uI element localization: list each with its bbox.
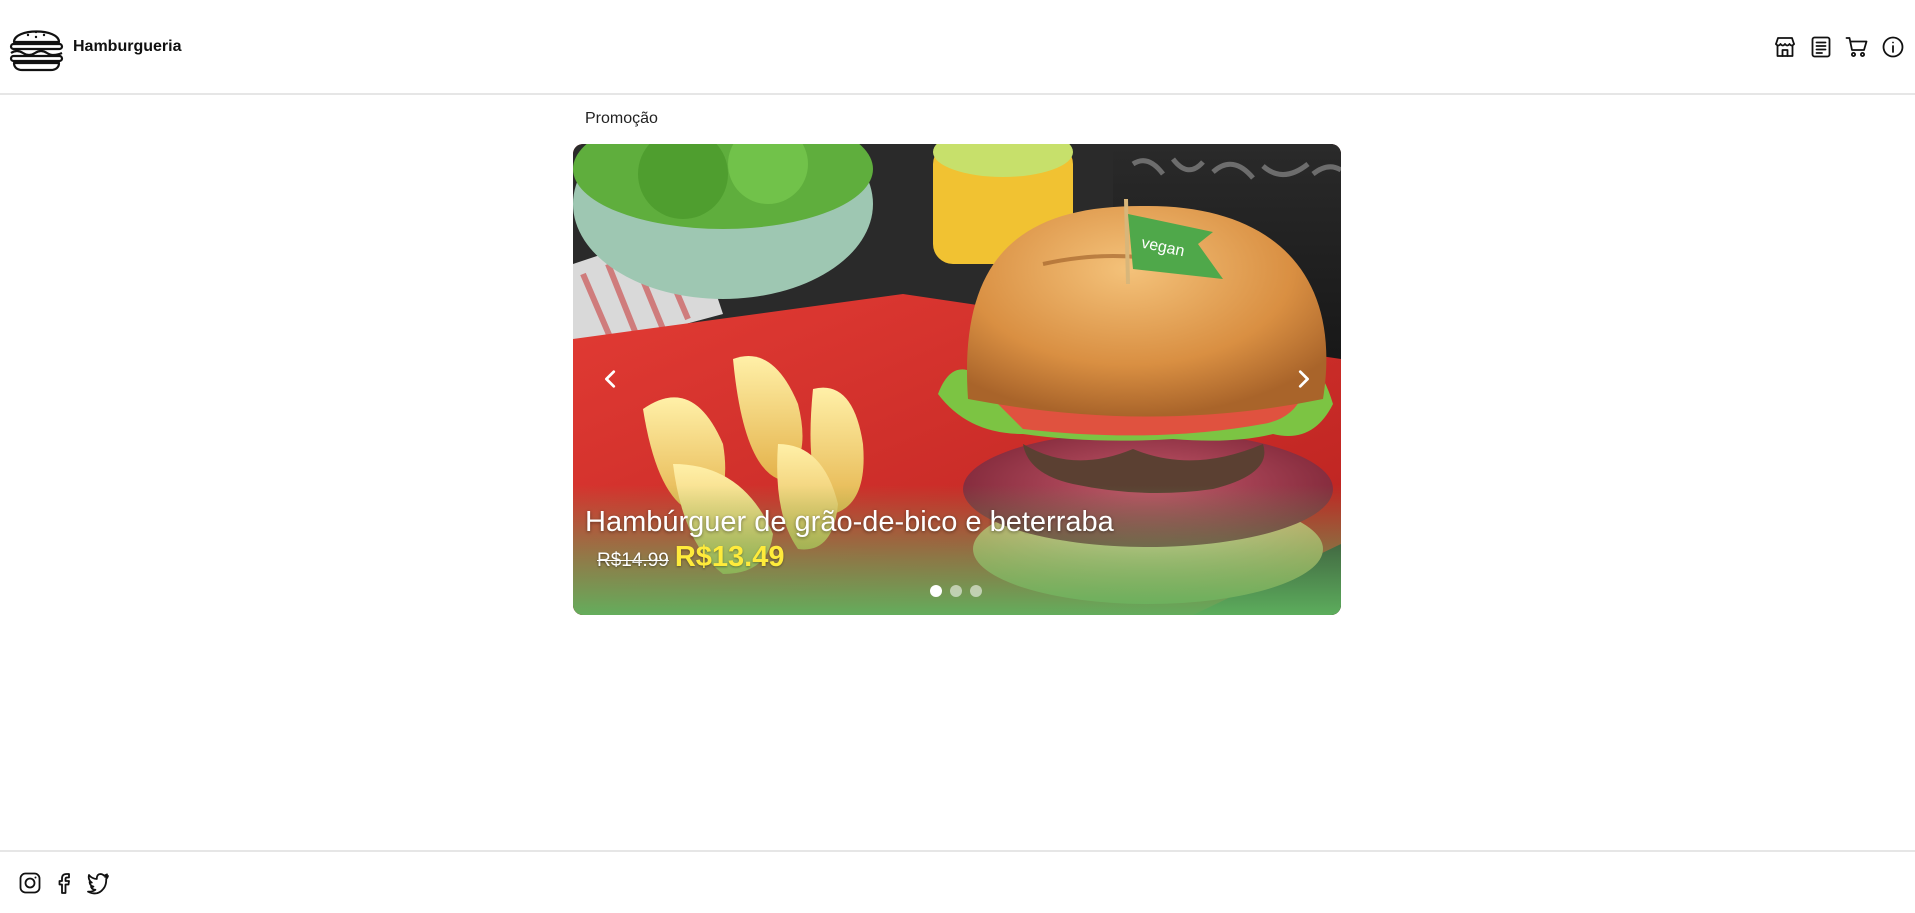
- instagram-link[interactable]: [18, 871, 42, 895]
- info-icon: [1882, 36, 1904, 57]
- chevron-right-icon: [1298, 370, 1309, 388]
- instagram-icon: [19, 872, 41, 893]
- twitter-link[interactable]: [86, 871, 110, 895]
- store-icon: [1775, 36, 1795, 57]
- brand-name: Hamburgueria: [73, 37, 182, 55]
- carousel-dot-1[interactable]: [930, 585, 942, 597]
- cart-icon: [1845, 36, 1868, 57]
- menu-list-icon: [1811, 36, 1831, 57]
- twitter-icon: [87, 872, 109, 894]
- promo-item-title: Hambúrguer de grão-de-bico e beterraba: [585, 506, 1114, 538]
- carousel-next-button[interactable]: [1283, 359, 1323, 399]
- promo-section-title: Promoção: [585, 110, 658, 127]
- facebook-icon: [58, 872, 70, 894]
- price-row: R$14.99 R$13.49: [585, 541, 1114, 574]
- site-footer: [0, 850, 1915, 913]
- store-button[interactable]: [1773, 35, 1797, 59]
- carousel-dot-3[interactable]: [970, 585, 982, 597]
- facebook-link[interactable]: [52, 871, 76, 895]
- brand-home-link[interactable]: Hamburgueria: [8, 22, 181, 72]
- carousel-prev-button[interactable]: [591, 359, 631, 399]
- slide-caption: Hambúrguer de grão-de-bico e beterraba R…: [585, 506, 1114, 574]
- chevron-left-icon: [605, 370, 616, 388]
- cart-button[interactable]: [1845, 35, 1869, 59]
- main-nav: [1773, 35, 1905, 59]
- carousel-dot-2[interactable]: [950, 585, 962, 597]
- info-button[interactable]: [1881, 35, 1905, 59]
- new-price: R$13.49: [674, 541, 785, 573]
- menu-button[interactable]: [1809, 35, 1833, 59]
- carousel-dots: [930, 585, 982, 597]
- promo-carousel[interactable]: vegan Hambúrguer de grão-de-bico e beter…: [573, 144, 1341, 615]
- burger-logo-icon: [9, 30, 64, 71]
- old-price: R$14.99: [597, 550, 669, 571]
- top-header: Hamburgueria: [0, 0, 1915, 95]
